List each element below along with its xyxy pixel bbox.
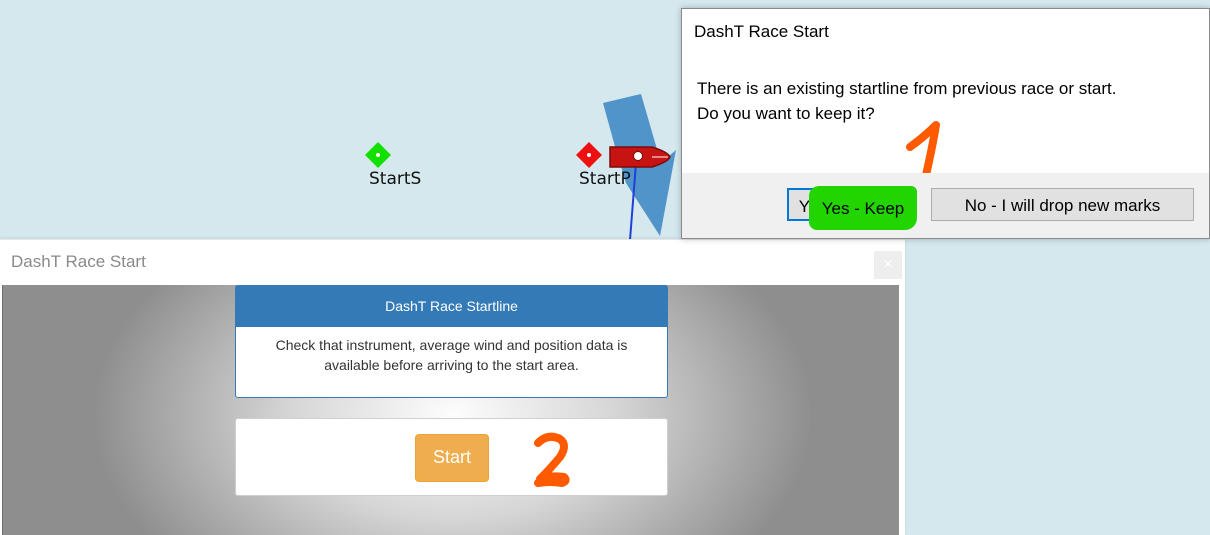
no-drop-marks-label: No - I will drop new marks (964, 196, 1161, 215)
keep-startline-messagebox: DashT Race Start There is an existing st… (681, 8, 1210, 239)
panel-heading: DashT Race Startline (236, 286, 667, 327)
dialog-content: DashT Race Startline Check that instrume… (2, 285, 899, 535)
yes-keep-overlay[interactable]: Yes - Keep (809, 192, 917, 225)
boat-icon (609, 146, 671, 168)
panel-body-line1: Check that instrument, average wind and … (275, 337, 628, 353)
dialog-title: DashT Race Start (11, 252, 146, 271)
race-start-dialog: DashT Race Start × DashT Race Startline … (0, 239, 905, 535)
startline-info-panel: DashT Race Startline Check that instrume… (235, 285, 668, 398)
panel-body: Check that instrument, average wind and … (236, 327, 667, 375)
mark-starts-label: StartS (369, 169, 422, 189)
close-icon[interactable]: × (874, 251, 902, 279)
start-action-panel: Start (235, 418, 668, 496)
mark-starts-icon[interactable] (365, 142, 391, 168)
mark-startp-label: StartP (579, 169, 631, 189)
start-button[interactable]: Start (415, 434, 489, 482)
yes-keep-overlay-label: Yes - Keep (821, 199, 905, 218)
annotation-2 (534, 432, 570, 487)
panel-body-line2: available before arriving to the start a… (324, 357, 579, 373)
mark-startp-icon[interactable] (576, 142, 602, 168)
messagebox-line1: There is an existing startline from prev… (697, 79, 1117, 98)
no-drop-marks-button[interactable]: No - I will drop new marks (931, 188, 1194, 221)
annotation-1 (906, 121, 940, 179)
messagebox-title: DashT Race Start (694, 22, 829, 41)
dialog-titlebar[interactable]: DashT Race Start × (0, 240, 905, 284)
